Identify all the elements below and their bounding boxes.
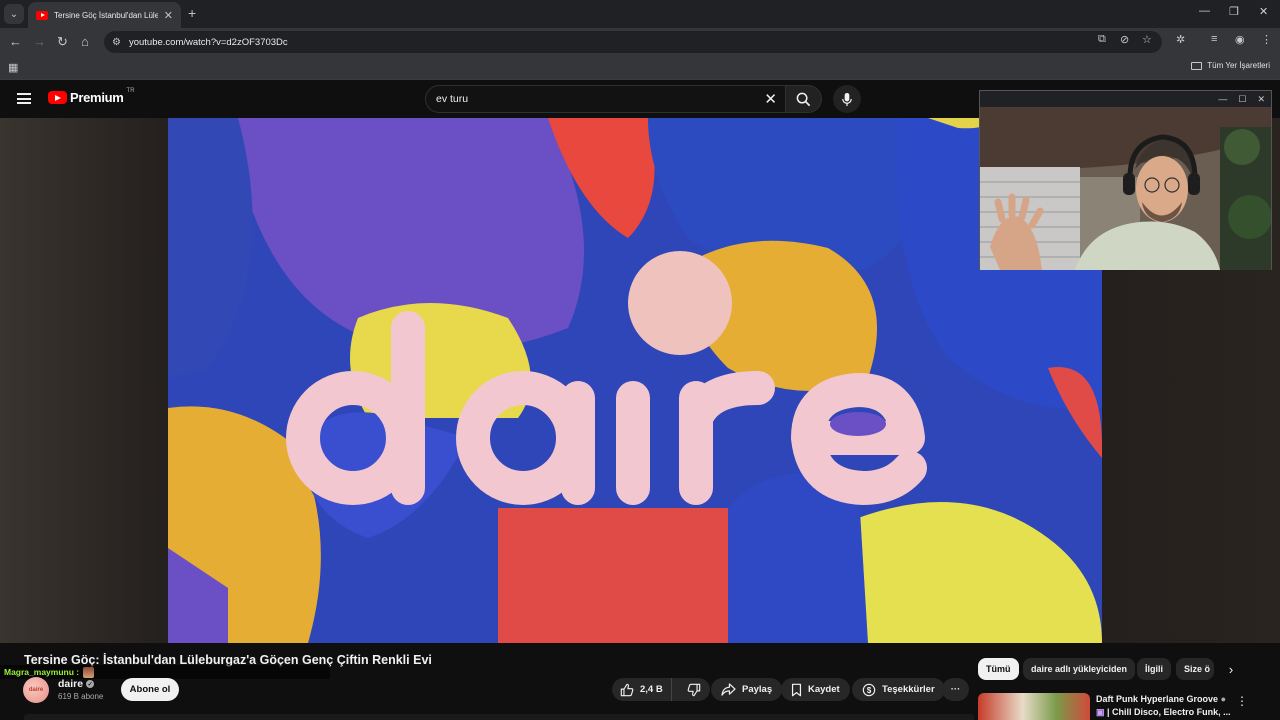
webcam-person-image bbox=[980, 107, 1271, 270]
apps-grid-icon[interactable]: ▦ bbox=[8, 61, 18, 74]
thanks-label: Teşekkürler bbox=[882, 684, 935, 695]
browser-tab-active[interactable]: Tersine Göç İstanbul'dan Lüleb ✕ bbox=[28, 2, 181, 28]
recommendation-subtitle[interactable]: ▣ | Chill Disco, Electro Funk, ... bbox=[1096, 707, 1231, 718]
description-box-edge bbox=[24, 714, 974, 720]
restore-icon[interactable]: ❐ bbox=[1229, 5, 1239, 18]
verified-check-icon: ✓ bbox=[86, 680, 95, 688]
profile-icon[interactable]: ◉ bbox=[1235, 33, 1245, 46]
recommendation-subtitle-text: | Chill Disco, Electro Funk, ... bbox=[1107, 707, 1231, 717]
chip-from-uploader[interactable]: daire adlı yükleyiciden bbox=[1023, 658, 1136, 680]
picture-in-picture-window[interactable]: — ☐ ✕ bbox=[979, 90, 1272, 270]
playlist-icon: ▣ bbox=[1096, 707, 1105, 717]
channel-name-link[interactable]: daire ✓ bbox=[58, 678, 95, 690]
voice-search-button[interactable] bbox=[833, 85, 861, 113]
all-bookmarks-label: Tüm Yer İşaretleri bbox=[1207, 61, 1270, 70]
search-input[interactable]: ev turu ✕ bbox=[425, 85, 785, 113]
hamburger-menu-icon[interactable] bbox=[17, 93, 31, 104]
microphone-icon bbox=[842, 92, 852, 106]
extensions-icon[interactable]: ✲ bbox=[1176, 33, 1185, 46]
eye-off-icon[interactable]: ⊘ bbox=[1120, 33, 1129, 46]
search-query: ev turu bbox=[436, 93, 469, 105]
youtube-play-icon bbox=[48, 91, 67, 104]
tab-title: Tersine Göç İstanbul'dan Lüleb bbox=[54, 10, 158, 20]
bookmark-icon bbox=[791, 683, 802, 696]
recommendation-title-text: Daft Punk Hyperlane Groove bbox=[1096, 694, 1219, 704]
minimize-icon[interactable]: — bbox=[1199, 5, 1210, 17]
thumbs-up-icon bbox=[620, 683, 634, 696]
thanks-heart-dollar-icon: $ bbox=[862, 683, 876, 696]
channel-avatar[interactable]: daire bbox=[23, 677, 49, 703]
like-dislike-group: 2,4 B bbox=[612, 678, 710, 701]
recommendation-menu-icon[interactable]: ⋮ bbox=[1236, 694, 1248, 708]
share-label: Paylaş bbox=[742, 684, 773, 695]
chip-related[interactable]: İlgili bbox=[1137, 658, 1171, 680]
recommendation-title[interactable]: Daft Punk Hyperlane Groove ● bbox=[1096, 694, 1226, 704]
pip-minimize-icon[interactable]: — bbox=[1218, 94, 1227, 104]
reading-list-icon[interactable]: ≡ bbox=[1211, 33, 1217, 45]
like-button[interactable]: 2,4 B bbox=[612, 678, 672, 701]
webcam-feed bbox=[980, 107, 1271, 270]
like-count: 2,4 B bbox=[640, 684, 663, 695]
avatar-text: daire bbox=[28, 687, 44, 693]
chat-message-overlay: Magra_maymunu : bbox=[0, 665, 330, 679]
tab-close-icon[interactable]: ✕ bbox=[164, 9, 173, 22]
cast-icon[interactable]: ⧉ bbox=[1098, 33, 1106, 46]
dislike-button[interactable] bbox=[678, 678, 710, 701]
music-note-icon: ● bbox=[1220, 694, 1226, 704]
close-window-icon[interactable]: ✕ bbox=[1259, 5, 1268, 18]
menu-kebab-icon[interactable]: ⋮ bbox=[1261, 33, 1272, 46]
chat-username: Magra_maymunu : bbox=[4, 667, 80, 677]
more-actions-button[interactable]: ··· bbox=[942, 678, 969, 701]
thumbs-down-icon bbox=[687, 683, 701, 696]
logo-region: TR bbox=[126, 87, 135, 94]
url-text: youtube.com/watch?v=d2zOF3703Dc bbox=[128, 36, 288, 48]
search-icon bbox=[796, 92, 811, 106]
share-button[interactable]: Paylaş bbox=[711, 678, 783, 701]
save-button[interactable]: Kaydet bbox=[781, 678, 850, 701]
subscriber-count: 619 B abone bbox=[58, 692, 104, 701]
channel-name: daire bbox=[58, 678, 84, 690]
chat-emote-icon bbox=[83, 666, 95, 678]
save-label: Kaydet bbox=[808, 684, 840, 695]
chip-for-you[interactable]: Size ö bbox=[1176, 658, 1214, 680]
video-player[interactable] bbox=[168, 118, 1102, 643]
subscribe-button[interactable]: Abone ol bbox=[121, 678, 179, 701]
clear-search-icon[interactable]: ✕ bbox=[764, 90, 777, 108]
home-icon[interactable]: ⌂ bbox=[81, 34, 89, 49]
all-bookmarks-folder[interactable]: Tüm Yer İşaretleri bbox=[1191, 61, 1270, 70]
youtube-premium-logo[interactable]: Premium TR bbox=[48, 87, 135, 105]
search-button[interactable] bbox=[785, 85, 822, 113]
new-tab-button[interactable]: + bbox=[188, 5, 196, 21]
bookmark-star-icon[interactable]: ☆ bbox=[1142, 33, 1152, 46]
bookmarks-bar: ▦ Tüm Yer İşaretleri bbox=[0, 56, 1280, 80]
video-frame-daire-art bbox=[168, 118, 1102, 643]
youtube-favicon-icon bbox=[36, 10, 48, 20]
svg-text:$: $ bbox=[867, 685, 872, 694]
browser-tabstrip: ⌄ Tersine Göç İstanbul'dan Lüleb ✕ + — ❐… bbox=[0, 0, 1280, 28]
address-bar[interactable]: ⚙ youtube.com/watch?v=d2zOF3703Dc bbox=[104, 31, 1162, 53]
folder-icon bbox=[1191, 61, 1203, 70]
pip-close-icon[interactable]: ✕ bbox=[1257, 94, 1265, 105]
pip-titlebar: — ☐ ✕ bbox=[980, 91, 1271, 107]
more-dots-icon: ··· bbox=[950, 684, 961, 695]
back-arrow-icon[interactable]: ← bbox=[9, 34, 22, 49]
pip-maximize-icon[interactable]: ☐ bbox=[1238, 94, 1246, 105]
browser-toolbar: ← → ↻ ⌂ ⚙ youtube.com/watch?v=d2zOF3703D… bbox=[0, 28, 1280, 56]
site-info-icon[interactable]: ⚙ bbox=[112, 37, 121, 48]
chevron-right-icon[interactable]: › bbox=[1222, 660, 1240, 678]
forward-arrow-icon[interactable]: → bbox=[33, 34, 46, 49]
thanks-button[interactable]: $ Teşekkürler bbox=[852, 678, 945, 701]
logo-text: Premium bbox=[70, 90, 124, 105]
recommendation-thumbnail[interactable] bbox=[978, 693, 1090, 720]
share-arrow-icon bbox=[721, 683, 736, 696]
tab-search-button[interactable]: ⌄ bbox=[4, 4, 24, 24]
chip-all[interactable]: Tümü bbox=[978, 658, 1019, 680]
reload-icon[interactable]: ↻ bbox=[57, 34, 68, 50]
